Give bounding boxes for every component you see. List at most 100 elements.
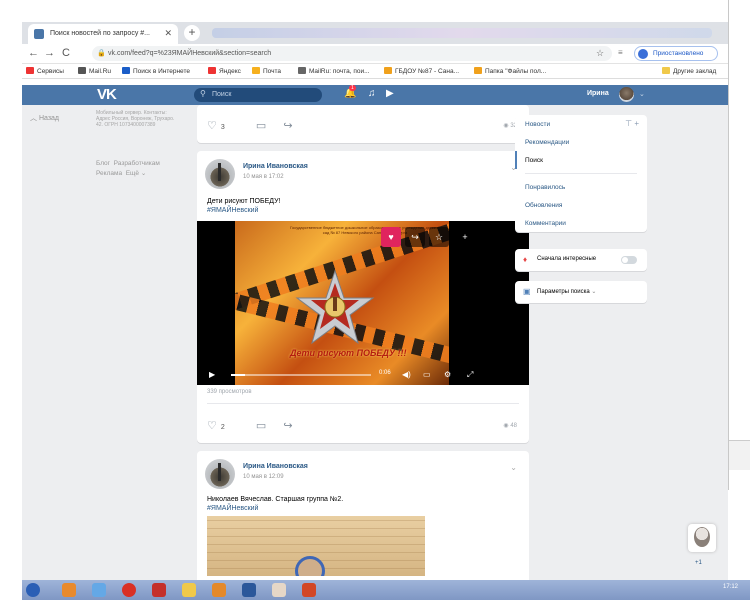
bookmark-star-icon[interactable]: ☆ (596, 48, 604, 59)
address-bar-row: ← → C 🔒 vk.com/feed?q=%23ЯМАЙНевский&sec… (22, 44, 728, 64)
close-tab-icon[interactable]: ✕ (164, 28, 172, 39)
heart-icon[interactable]: ♥ (381, 227, 401, 247)
post-date[interactable]: 10 мая в 17:02 (243, 174, 284, 180)
back-arrow-icon[interactable]: ← (28, 47, 39, 59)
interesting-first-toggle-row[interactable]: ♦ Сначала интересные (515, 249, 647, 271)
post-author[interactable]: Ирина Ивановская (243, 463, 308, 470)
play-icon[interactable]: ▶ (209, 370, 215, 379)
star-icon[interactable]: ☆ (429, 227, 449, 247)
post-card: Ирина Ивановская 10 мая в 12:09 ⌄ Никола… (197, 451, 529, 580)
params-icon: ▣ (523, 287, 531, 296)
menu-item-comments[interactable]: Комментарии (515, 214, 647, 232)
avatar[interactable] (205, 159, 235, 189)
media-icon[interactable] (212, 583, 226, 597)
video-views: 339 просмотров (207, 389, 252, 395)
browser-tab-strip: Поиск новостей по запросу #... ✕ + (22, 22, 728, 44)
post-photo[interactable] (207, 516, 425, 576)
app-icon[interactable] (152, 583, 166, 597)
post-text: Николаев Вячеслав. Старшая группа №2. (207, 496, 344, 503)
comment-icon[interactable]: ▭ (256, 120, 266, 132)
views-count: ◉ 48 (503, 423, 517, 429)
volume-icon[interactable]: ◀) (402, 370, 411, 379)
mail-icon (252, 67, 260, 74)
avatar[interactable] (619, 87, 634, 102)
browser-tab[interactable]: Поиск новостей по запросу #... ✕ (28, 24, 178, 44)
new-tab-button[interactable]: + (184, 25, 200, 41)
start-icon[interactable] (26, 583, 40, 597)
plus-icon[interactable]: + (455, 227, 475, 247)
settings-gear-icon[interactable]: ⚙ (444, 370, 451, 379)
hashtag-link[interactable]: #ЯМАЙНевский (207, 207, 258, 214)
folder-icon[interactable] (182, 583, 196, 597)
post-text: Дети рисуют ПОБЕДУ! (207, 198, 281, 205)
post-card: Ирина Ивановская 10 мая в 17:02 ⌄ Дети р… (197, 151, 529, 443)
url-input[interactable]: 🔒 vk.com/feed?q=%23ЯМАЙНевский&section=s… (92, 46, 612, 61)
left-back-link[interactable]: ︿ Назад (30, 113, 59, 123)
footer-link[interactable]: Разработчикам (114, 160, 160, 167)
post-date[interactable]: 10 мая в 12:09 (243, 474, 284, 480)
search-icon: ⚲ (200, 89, 206, 98)
video-progress-bar[interactable] (231, 374, 371, 376)
share-icon[interactable]: ↪ (405, 227, 425, 247)
floating-chat-avatar[interactable] (688, 524, 716, 552)
extension-icon[interactable]: ≡ (618, 48, 623, 57)
menu-item-search[interactable]: Поиск (515, 151, 647, 169)
bookmark-item[interactable]: Mail.Ru (78, 67, 111, 75)
post-actions: ♡ 2 ▭ ↪ (207, 419, 307, 432)
video-player[interactable]: Государственное бюджетное дошкольное обр… (197, 221, 529, 385)
reload-icon[interactable]: C (62, 47, 70, 59)
app-icon[interactable] (62, 583, 76, 597)
avatar[interactable] (205, 459, 235, 489)
menu-item-updates[interactable]: Обновления (515, 196, 647, 214)
footer-links: Блог Разработчикам Реклама Ещё ⌄ (96, 160, 160, 177)
music-icon[interactable]: ♫ (368, 88, 376, 99)
footer-link[interactable]: Блог (96, 160, 110, 167)
like-icon[interactable]: ♡ (207, 420, 217, 432)
video-caption: Дети рисуют ПОБЕДУ !!! (290, 348, 407, 358)
mailru-icon (298, 67, 306, 74)
screen: Поиск новостей по запросу #... ✕ + ← → C… (0, 0, 750, 608)
forward-arrow-icon[interactable]: → (44, 47, 55, 59)
chevron-down-icon[interactable]: ⌄ (639, 90, 645, 98)
fullscreen-icon[interactable]: ⤢ (467, 370, 473, 380)
comment-icon[interactable]: ▭ (256, 420, 266, 432)
search-params-row[interactable]: ▣ Параметры поиска ⌄ (515, 281, 647, 303)
miniplayer-icon[interactable]: ▭ (423, 370, 431, 379)
chevron-down-icon[interactable]: ⌄ (510, 463, 517, 472)
word-icon[interactable] (242, 583, 256, 597)
vk-user-name[interactable]: Ирина (587, 90, 609, 97)
ie-icon[interactable] (92, 583, 106, 597)
bookmark-item[interactable]: MailRu: почта, пои... (298, 67, 370, 75)
like-icon[interactable]: ♡ (207, 120, 217, 132)
bookmark-item[interactable]: Почта (252, 67, 281, 75)
menu-item-recommendations[interactable]: Рекомендации (515, 133, 647, 151)
footer-link[interactable]: Реклама (96, 170, 122, 177)
bookmark-item[interactable]: Яндекс (208, 67, 241, 75)
bookmark-item[interactable]: ГБДОУ №87 - Сана... (384, 67, 459, 75)
bookmark-item[interactable]: Поиск в Интернете (122, 67, 190, 75)
powerpoint-icon[interactable] (302, 583, 316, 597)
bookmark-item[interactable]: Сервисы (26, 67, 64, 75)
share-icon[interactable]: ↪ (283, 120, 292, 132)
bookmark-item[interactable]: Другие заклад (662, 67, 716, 75)
app-icon[interactable] (272, 583, 286, 597)
vk-logo-icon[interactable]: VK (97, 86, 117, 103)
post-actions: ♡ 3 ▭ ↪ (207, 119, 307, 132)
bookmark-item[interactable]: Папка "Файлы пол... (474, 67, 546, 75)
menu-item-news[interactable]: Новости ⊤ + (515, 115, 647, 133)
feed-menu: Новости ⊤ + Рекомендации Поиск Понравило… (515, 115, 647, 232)
interesting-first-toggle[interactable] (621, 256, 637, 264)
post-author[interactable]: Ирина Ивановская (243, 163, 308, 170)
footer-link[interactable]: Ещё (126, 170, 139, 177)
share-icon[interactable]: ↪ (283, 420, 292, 432)
vk-header: VK ⚲ Поиск 🔔 1 ♫ ▶ Ирина ⌄ (22, 85, 728, 105)
chrome-icon[interactable] (122, 583, 136, 597)
hashtag-link[interactable]: #ЯМАЙНевский (207, 505, 258, 512)
profile-label: Приостановлено (653, 50, 704, 57)
menu-item-liked[interactable]: Понравилось (515, 178, 647, 196)
folder-icon (662, 67, 670, 74)
profile-button[interactable]: Приостановлено (634, 46, 718, 61)
video-icon[interactable]: ▶ (386, 88, 394, 99)
vk-search-input[interactable]: ⚲ Поиск (194, 88, 322, 102)
filter-icon[interactable]: ⊤ + (625, 119, 639, 128)
